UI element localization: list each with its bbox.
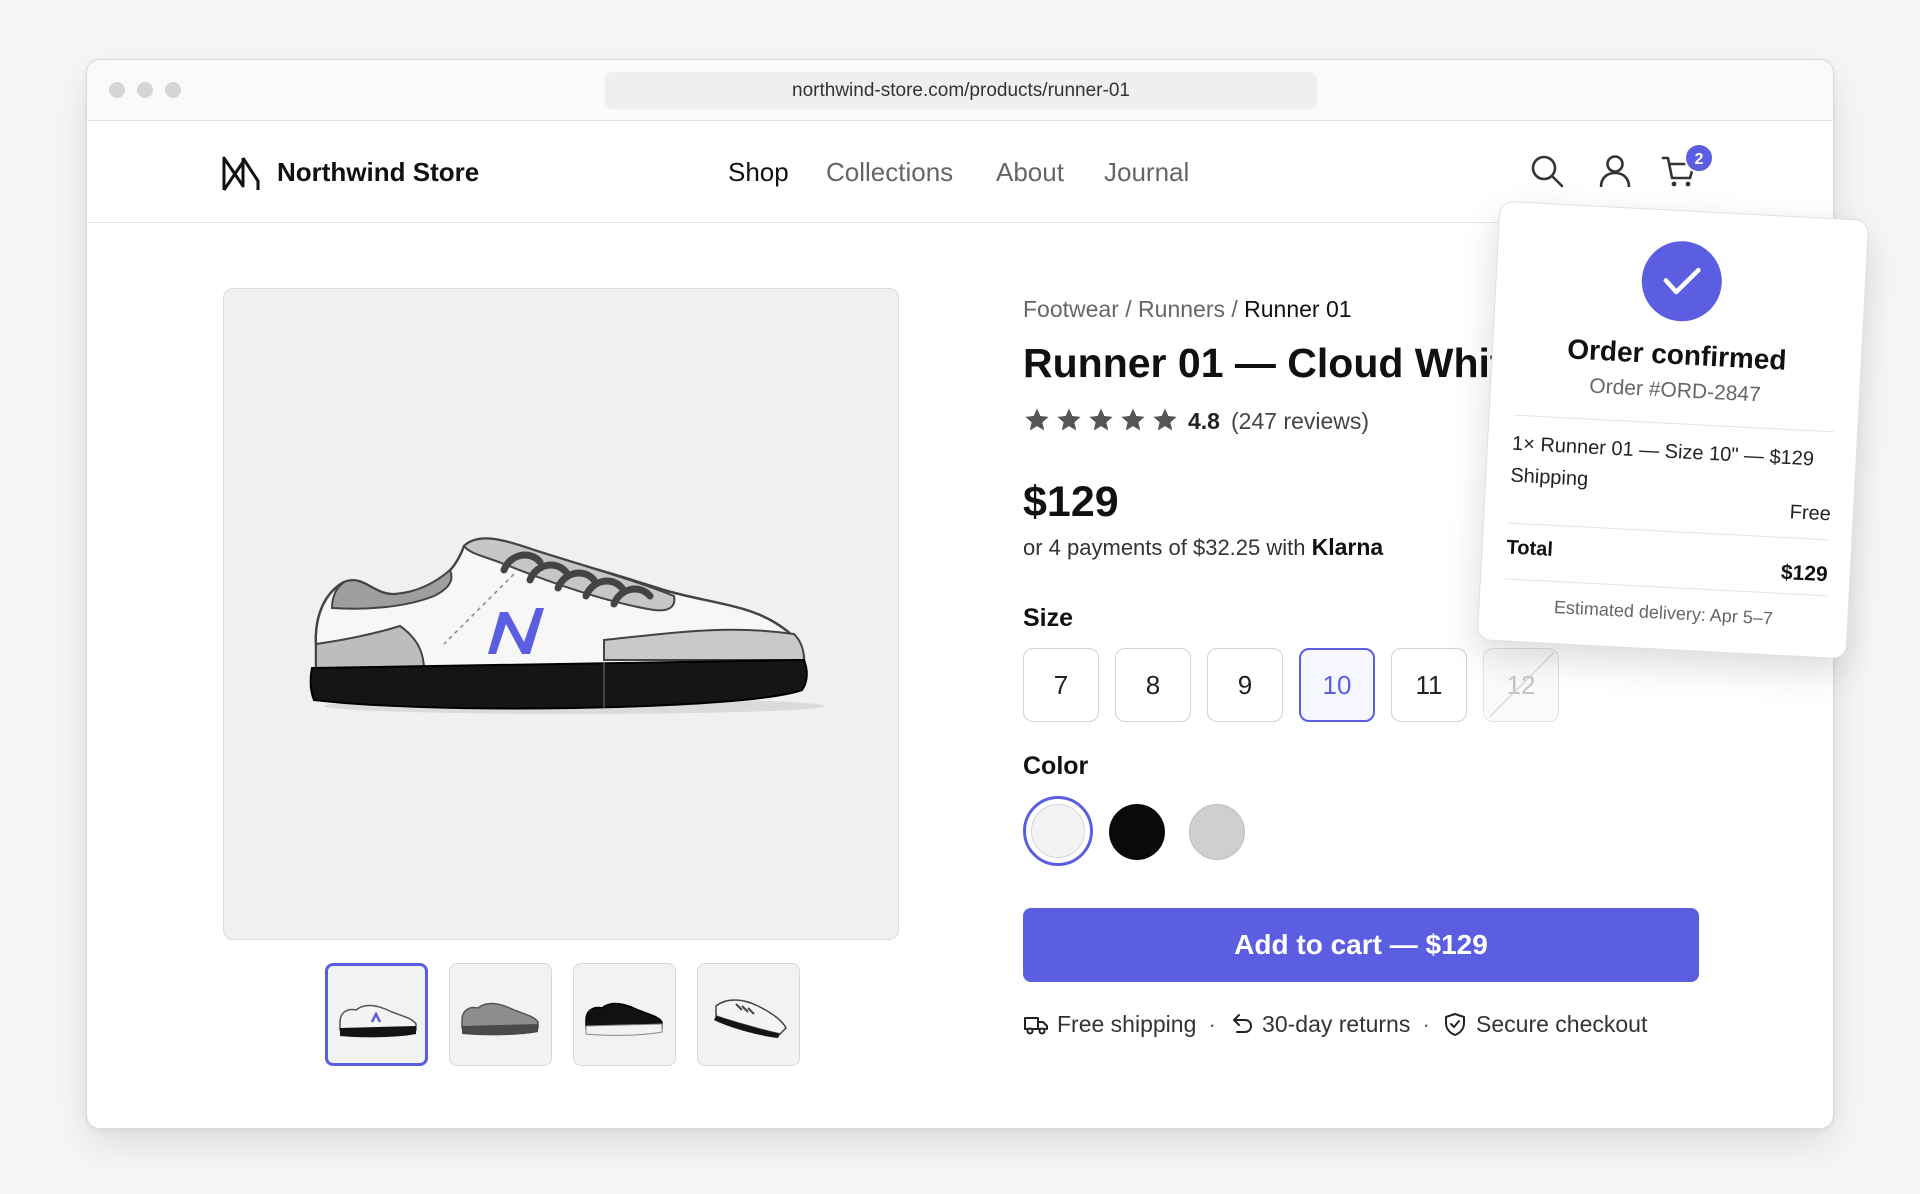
size-option-9[interactable]: 9 — [1207, 648, 1283, 722]
brand-name[interactable]: Northwind Store — [277, 157, 479, 188]
thumbnail-2-side-grey[interactable] — [449, 963, 552, 1066]
size-label: Size — [1023, 604, 1074, 632]
northwind-logo-icon[interactable] — [221, 153, 261, 193]
product-main-image[interactable] — [223, 288, 899, 940]
star-icon — [1025, 408, 1049, 431]
nav-link-journal[interactable]: Journal — [1104, 157, 1189, 188]
star-icon — [1057, 408, 1081, 431]
shield-check-icon — [1445, 1013, 1466, 1036]
divider — [1513, 414, 1836, 433]
product-title: Runner 01 — Cloud White — [1023, 340, 1527, 386]
breadcrumb-footwear[interactable]: Footwear — [1023, 296, 1119, 322]
shipping-value: Free — [1789, 501, 1832, 526]
check-badge — [1639, 239, 1724, 324]
product-price: $129 — [1023, 478, 1119, 526]
perk-free-shipping: Free shipping — [1023, 1011, 1196, 1038]
star-icon — [1153, 408, 1177, 431]
user-account-icon[interactable] — [1597, 153, 1633, 189]
star-icon — [1089, 408, 1113, 431]
rating-value: 4.8 — [1188, 408, 1220, 434]
cart-count-badge[interactable]: 2 — [1684, 143, 1714, 173]
color-swatch-black[interactable] — [1109, 804, 1165, 860]
window-maximize-dot[interactable] — [165, 82, 181, 98]
perk-returns: 30-day returns — [1228, 1011, 1410, 1038]
color-label: Color — [1023, 752, 1089, 780]
window-close-dot[interactable] — [109, 82, 125, 98]
perk-secure-checkout: Secure checkout — [1442, 1011, 1647, 1038]
return-arrow-icon — [1233, 1014, 1253, 1033]
thumbnail-1-side-white[interactable] — [325, 963, 428, 1066]
order-confirmed-card: Order confirmed Order #ORD-2847 1× Runne… — [1476, 200, 1870, 660]
size-option-12-unavailable: 12 — [1483, 648, 1559, 722]
review-count-link[interactable]: (247 reviews) — [1231, 408, 1369, 435]
size-option-7[interactable]: 7 — [1023, 648, 1099, 722]
size-option-10-selected[interactable]: 10 — [1299, 648, 1375, 722]
truck-icon — [1024, 1017, 1048, 1035]
perks-row: Free shipping · 30-day returns · Secure … — [1023, 1008, 1647, 1040]
nav-link-about[interactable]: About — [996, 157, 1064, 188]
estimated-delivery: Estimated delivery: Apr 5–7 — [1553, 597, 1774, 629]
klarna-logo[interactable]: Klarna — [1312, 534, 1384, 560]
order-total-value: $129 — [1780, 560, 1829, 587]
search-icon[interactable] — [1529, 153, 1565, 189]
size-option-11[interactable]: 11 — [1391, 648, 1467, 722]
color-swatch-white-selected[interactable] — [1023, 796, 1093, 866]
breadcrumb: Footwear / Runners / Runner 01 — [1023, 296, 1352, 322]
sneaker-grey-thumb-icon — [461, 1002, 539, 1036]
rating-stars[interactable] — [1023, 406, 1179, 436]
size-option-8[interactable]: 8 — [1115, 648, 1191, 722]
color-swatch-grey[interactable] — [1189, 804, 1245, 860]
add-to-cart-button[interactable]: Add to cart — $129 — [1023, 908, 1699, 982]
browser-titlebar: northwind-store.com/products/runner-01 — [87, 60, 1833, 121]
window-minimize-dot[interactable] — [137, 82, 153, 98]
sneaker-black-thumb-icon — [585, 1002, 663, 1036]
address-bar[interactable]: northwind-store.com/products/runner-01 — [605, 72, 1317, 109]
installments-note: or 4 payments of $32.25 with Klarna — [1023, 534, 1384, 560]
sneaker-white-thumb-icon — [339, 1004, 417, 1038]
nav-link-collections[interactable]: Collections — [826, 157, 953, 188]
breadcrumb-current: Runner 01 — [1244, 296, 1352, 322]
divider — [1507, 522, 1830, 541]
sneaker-angle-thumb-icon — [714, 999, 787, 1038]
divider — [1504, 578, 1827, 597]
thumbnail-3-side-black[interactable] — [573, 963, 676, 1066]
order-shipping-row: Shipping Free — [1509, 464, 1832, 526]
order-total-row: Total $129 — [1506, 536, 1829, 587]
star-icon — [1121, 408, 1145, 431]
checkmark-icon — [1663, 267, 1701, 295]
sneaker-illustration — [309, 537, 824, 714]
nav-link-shop[interactable]: Shop — [728, 157, 789, 188]
thumbnail-4-angle-white[interactable] — [697, 963, 800, 1066]
breadcrumb-runners[interactable]: Runners — [1138, 296, 1225, 322]
